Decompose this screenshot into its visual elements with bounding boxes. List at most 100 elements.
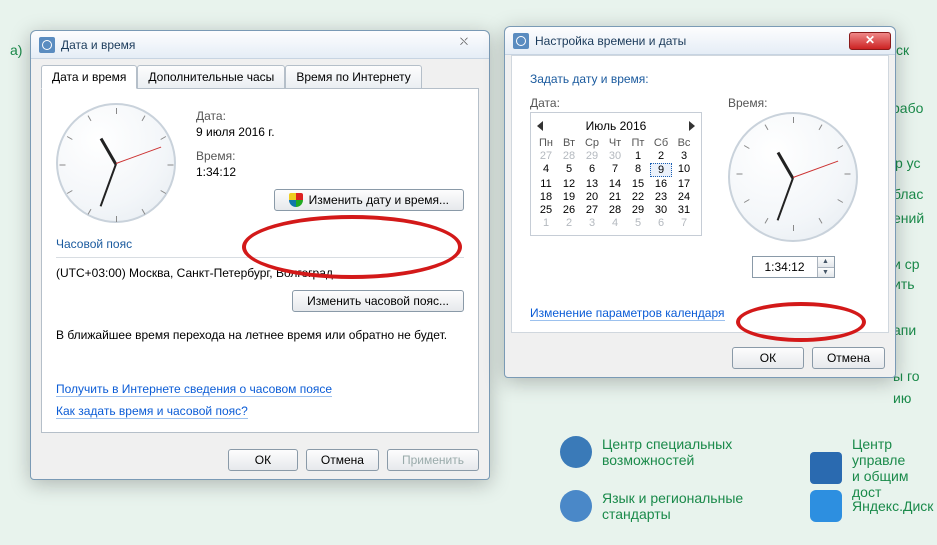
- howto-link[interactable]: Как задать время и часовой пояс?: [56, 404, 248, 419]
- bg-link-accessibility[interactable]: Центр специальных возможностей: [560, 436, 782, 468]
- calendar-day[interactable]: 7: [673, 217, 695, 229]
- calendar-day[interactable]: 26: [558, 204, 580, 216]
- calendar-day[interactable]: 4: [535, 163, 557, 177]
- set-heading: Задать дату и время:: [530, 72, 870, 86]
- spin-up-button[interactable]: ▲: [818, 257, 834, 267]
- calendar-day[interactable]: 30: [650, 204, 672, 216]
- calendar-month: Июль 2016: [586, 119, 647, 133]
- calendar-day[interactable]: 16: [650, 178, 672, 190]
- globe-icon: [560, 490, 592, 522]
- calendar-day[interactable]: 6: [581, 163, 603, 177]
- calendar-day[interactable]: 29: [627, 204, 649, 216]
- uac-shield-icon: [289, 193, 303, 207]
- calendar-day[interactable]: 11: [535, 178, 557, 190]
- tab-internet-time[interactable]: Время по Интернету: [285, 65, 421, 89]
- cloud-icon: [810, 490, 842, 522]
- calendar-day[interactable]: 6: [650, 217, 672, 229]
- calendar-day[interactable]: 2: [558, 217, 580, 229]
- calendar-day[interactable]: 8: [627, 163, 649, 177]
- bg-frag: ы го: [893, 368, 920, 384]
- titlebar[interactable]: Дата и время ⛌: [31, 31, 489, 59]
- calendar-dow: Чт: [604, 137, 626, 149]
- calendar-day[interactable]: 2: [650, 150, 672, 162]
- calendar-day[interactable]: 13: [581, 178, 603, 190]
- calendar-day[interactable]: 9: [650, 163, 672, 177]
- calendar-day[interactable]: 1: [535, 217, 557, 229]
- tab-panel: Дата: 9 июля 2016 г. Время: 1:34:12 Изме…: [41, 88, 479, 433]
- bg-frag: ию: [893, 390, 911, 406]
- calendar-day[interactable]: 10: [673, 163, 695, 177]
- calendar-dow: Пт: [627, 137, 649, 149]
- tz-info-link[interactable]: Получить в Интернете сведения о часовом …: [56, 382, 332, 397]
- calendar-day[interactable]: 21: [604, 191, 626, 203]
- calendar-day[interactable]: 20: [581, 191, 603, 203]
- time-label: Время:: [728, 96, 858, 110]
- calendar-day[interactable]: 3: [673, 150, 695, 162]
- timezone-heading: Часовой пояс: [56, 237, 464, 251]
- calendar-day[interactable]: 22: [627, 191, 649, 203]
- tab-additional-clocks[interactable]: Дополнительные часы: [137, 65, 285, 89]
- calendar-day[interactable]: 23: [650, 191, 672, 203]
- calendar-day[interactable]: 28: [558, 150, 580, 162]
- calendar-day[interactable]: 14: [604, 178, 626, 190]
- calendar-dow: Ср: [581, 137, 603, 149]
- timezone-value: (UTC+03:00) Москва, Санкт-Петербург, Вол…: [56, 266, 464, 280]
- clock-icon: [39, 37, 55, 53]
- calendar-day[interactable]: 15: [627, 178, 649, 190]
- close-icon[interactable]: ⛌: [443, 36, 485, 54]
- calendar-day[interactable]: 5: [558, 163, 580, 177]
- calendar-day[interactable]: 27: [581, 204, 603, 216]
- close-icon[interactable]: ✕: [849, 32, 891, 50]
- calendar-dow: Сб: [650, 137, 672, 149]
- ok-button[interactable]: ОК: [228, 449, 298, 471]
- ok-button[interactable]: ОК: [732, 347, 804, 369]
- time-label: Время:: [196, 149, 464, 163]
- calendar-day[interactable]: 29: [581, 150, 603, 162]
- dialog-buttons: ОК Отмена Применить: [31, 441, 489, 479]
- calendar-dow: Вт: [558, 137, 580, 149]
- calendar-day[interactable]: 1: [627, 150, 649, 162]
- bg-frag: апи: [893, 322, 916, 338]
- titlebar[interactable]: Настройка времени и даты ✕: [505, 27, 895, 55]
- time-spinner[interactable]: ▲ ▼: [752, 256, 835, 278]
- cancel-button[interactable]: Отмена: [812, 347, 885, 369]
- analog-clock: [728, 112, 858, 242]
- clock-icon: [513, 33, 529, 49]
- window-title: Настройка времени и даты: [535, 34, 849, 48]
- calendar-day[interactable]: 31: [673, 204, 695, 216]
- tab-date-time[interactable]: Дата и время: [41, 65, 137, 89]
- calendar-day[interactable]: 25: [535, 204, 557, 216]
- calendar-day[interactable]: 4: [604, 217, 626, 229]
- bg-frag: р ус: [895, 155, 921, 171]
- calendar[interactable]: Июль 2016 ПнВтСрЧтПтСбВс2728293012345678…: [530, 112, 702, 236]
- time-input[interactable]: [753, 257, 817, 277]
- bg-link-yadisk[interactable]: Яндекс.Диск: [810, 490, 933, 522]
- calendar-dow: Вс: [673, 137, 695, 149]
- cancel-button[interactable]: Отмена: [306, 449, 379, 471]
- calendar-day[interactable]: 18: [535, 191, 557, 203]
- calendar-day[interactable]: 27: [535, 150, 557, 162]
- date-time-window: Дата и время ⛌ Дата и время Дополнительн…: [30, 30, 490, 480]
- calendar-day[interactable]: 12: [558, 178, 580, 190]
- change-timezone-button[interactable]: Изменить часовой пояс...: [292, 290, 464, 312]
- prev-month-button[interactable]: [537, 121, 543, 131]
- calendar-day[interactable]: 5: [627, 217, 649, 229]
- bg-link-region[interactable]: Язык и региональные стандарты: [560, 490, 782, 522]
- calendar-day[interactable]: 24: [673, 191, 695, 203]
- analog-clock: [56, 103, 176, 223]
- next-month-button[interactable]: [689, 121, 695, 131]
- change-date-time-button[interactable]: Изменить дату и время...: [274, 189, 464, 211]
- bg-frag: ений: [893, 210, 924, 226]
- calendar-settings-link[interactable]: Изменение параметров календаря: [530, 306, 725, 321]
- calendar-day[interactable]: 7: [604, 163, 626, 177]
- calendar-day[interactable]: 17: [673, 178, 695, 190]
- date-label: Дата:: [196, 109, 464, 123]
- bg-frag: рабо: [892, 100, 923, 116]
- calendar-day[interactable]: 3: [581, 217, 603, 229]
- calendar-day[interactable]: 19: [558, 191, 580, 203]
- calendar-day[interactable]: 28: [604, 204, 626, 216]
- apply-button[interactable]: Применить: [387, 449, 479, 471]
- spin-down-button[interactable]: ▼: [818, 267, 834, 277]
- bg-frag: и ср: [893, 256, 920, 272]
- calendar-day[interactable]: 30: [604, 150, 626, 162]
